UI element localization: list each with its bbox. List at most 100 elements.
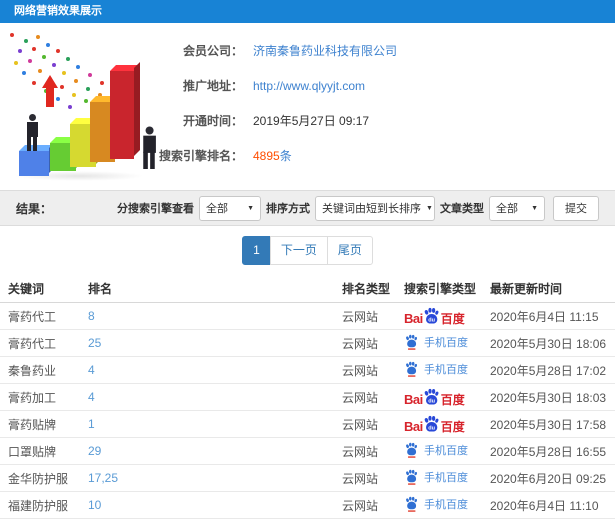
baidu-logo: Bai du 百度 [404,415,465,433]
submit-button[interactable]: 提交 [553,195,599,221]
ranking-count-value: 4895条 [253,147,292,164]
mobile-baidu-label: 手机百度 [424,363,468,376]
mobile-baidu-label: 手机百度 [424,498,468,511]
promo-url-link[interactable]: http://www.qlyyjt.com [253,79,365,93]
rank-type-cell: 云网站 [334,464,396,493]
rank-link[interactable]: 25 [88,336,101,350]
article-type-select-value: 全部 [496,203,518,215]
rank-type-cell: 云网站 [334,356,396,385]
result-label: 结果： [16,201,53,216]
rank-link[interactable]: 17,25 [88,471,118,485]
keyword-cell: 膏药代工 [0,302,80,331]
column-header: 关键词 [0,274,80,304]
keyword-cell: 膏药加工 [0,383,80,412]
baidu-paw-icon [406,334,417,350]
filter-controls: 分搜索引擎查看 全部 ▼ 排序方式 关键词由短到长排序 ▼ 文章类型 全部 ▼ … [117,195,599,221]
search-engine-cell: Baidu 百度 [396,302,482,331]
rank-cell: 29 [80,437,334,466]
engine-select-value: 全部 [206,203,228,215]
ranking-count-suffix: 条 [279,149,292,163]
mobile-baidu-label: 手机百度 [424,444,468,457]
rank-cell: 4 [80,383,334,412]
keyword-cell: 膏药代工 [0,329,80,358]
rank-link[interactable]: 4 [88,390,95,404]
table-row: 金华防护服 17,25 云网站 手机百度 2020年6月20日 09:25 [0,464,615,493]
sort-select-value: 关键词由短到长排序 [322,203,421,215]
ranking-count-label: 搜索引擎排名： [158,149,243,163]
next-page-button[interactable]: 下一页 [269,236,328,265]
page: 网络营销效果展示 会员公司： 济南秦鲁药业科技有限公司 推广地址： http:/… [0,0,615,520]
baidu-paw-icon [406,469,417,485]
keyword-cell: 福建防护服 [0,491,80,520]
baidu-paw-icon: du [424,388,439,405]
info-rows: 会员公司： 济南秦鲁药业科技有限公司 推广地址： http://www.qlyy… [0,33,615,173]
rank-type-cell: 云网站 [334,383,396,412]
mobile-baidu-badge: 手机百度 [404,442,468,458]
table-row: 口罩贴牌 29 云网站 手机百度 2020年5月28日 16:55 [0,437,615,466]
search-engine-cell: 手机百度 [396,329,482,358]
open-time-label: 开通时间： [182,114,243,128]
baidu-logo-text-bai: Bai [404,391,423,407]
rank-cell: 10 [80,491,334,520]
rank-type-cell: 云网站 [334,329,396,358]
ranking-count-row: 搜索引擎排名： 4895条 [0,138,615,173]
updated-time-cell: 2020年5月30日 18:06 [482,329,615,358]
rank-cell: 1 [80,410,334,439]
search-engine-cell: 手机百度 [396,437,482,466]
updated-time-cell: 2020年5月28日 16:55 [482,437,615,466]
rank-link[interactable]: 10 [88,498,101,512]
baidu-logo: Bai du 百度 [404,307,465,325]
open-time-row: 开通时间： 2019年5月27日 09:17 [0,103,615,138]
promo-url-row: 推广地址： http://www.qlyyjt.com [0,68,615,103]
column-header: 最新更新时间 [482,274,615,304]
search-engine-cell: 手机百度 [396,464,482,493]
baidu-logo-text-bai: Bai [404,310,423,326]
rank-link[interactable]: 4 [88,363,95,377]
search-engine-cell: 手机百度 [396,356,482,385]
last-page-button[interactable]: 尾页 [326,236,373,265]
keyword-table-body: 膏药代工 8 云网站 Bai du 百度 2020年6月4日 11:15 膏药代工 25 云网站手… [0,302,615,520]
page-title: 网络营销效果展示 [14,5,102,17]
chevron-down-icon: ▼ [247,204,254,212]
article-type-select[interactable]: 全部 ▼ [489,195,545,221]
promo-url-label: 推广地址： [182,79,243,93]
table-row: 秦鲁药业 4 云网站 手机百度 2020年5月28日 17:02 [0,356,615,385]
table-row: 膏药贴牌 1 云网站 Bai du 百度 2020年5月30日 17:58 [0,410,615,439]
updated-time-cell: 2020年5月30日 17:58 [482,410,615,439]
mobile-baidu-badge: 手机百度 [404,496,468,512]
rank-cell: 17,25 [80,464,334,493]
rank-type-cell: 云网站 [334,491,396,520]
rank-link[interactable]: 29 [88,444,101,458]
table-row: 福建防护服 10 云网站 手机百度 2020年6月4日 11:10 [0,491,615,520]
rank-cell: 25 [80,329,334,358]
updated-time-cell: 2020年6月20日 09:25 [482,464,615,493]
rank-link[interactable]: 1 [88,417,95,431]
engine-view-label: 分搜索引擎查看 [117,203,194,215]
rank-type-cell: 云网站 [334,410,396,439]
baidu-logo-text-cn: 百度 [440,392,465,407]
mobile-baidu-badge: 手机百度 [404,469,468,485]
keyword-cell: 口罩贴牌 [0,437,80,466]
rank-link[interactable]: 8 [88,309,95,323]
engine-select[interactable]: 全部 ▼ [199,195,261,221]
mobile-baidu-badge: 手机百度 [404,334,468,350]
table-row: 膏药代工 8 云网站 Bai du 百度 2020年6月4日 11:15 [0,302,615,331]
updated-time-cell: 2020年6月4日 11:10 [482,491,615,520]
search-engine-cell: Baidu 百度 [396,383,482,412]
rank-type-cell: 云网站 [334,302,396,331]
rank-cell: 4 [80,356,334,385]
article-type-label: 文章类型 [440,203,484,215]
column-header: 排名 [80,274,334,304]
chevron-down-icon: ▼ [426,204,433,212]
member-company-link[interactable]: 济南秦鲁药业科技有限公司 [253,42,397,59]
search-engine-cell: 手机百度 [396,491,482,520]
baidu-logo: Bai du 百度 [404,388,465,406]
keyword-table: 关键词 排名 排名类型 搜索引擎类型 最新更新时间 膏药代工 8 云网站 Bai du 百度 202… [0,274,615,520]
baidu-paw-icon: du [424,415,439,432]
sort-select[interactable]: 关键词由短到长排序 ▼ [315,195,435,221]
rank-cell: 8 [80,302,334,331]
svg-text:du: du [428,317,435,323]
page-1-button[interactable]: 1 [242,236,271,265]
baidu-logo-text-cn: 百度 [440,311,465,326]
mobile-baidu-badge: 手机百度 [404,361,468,377]
